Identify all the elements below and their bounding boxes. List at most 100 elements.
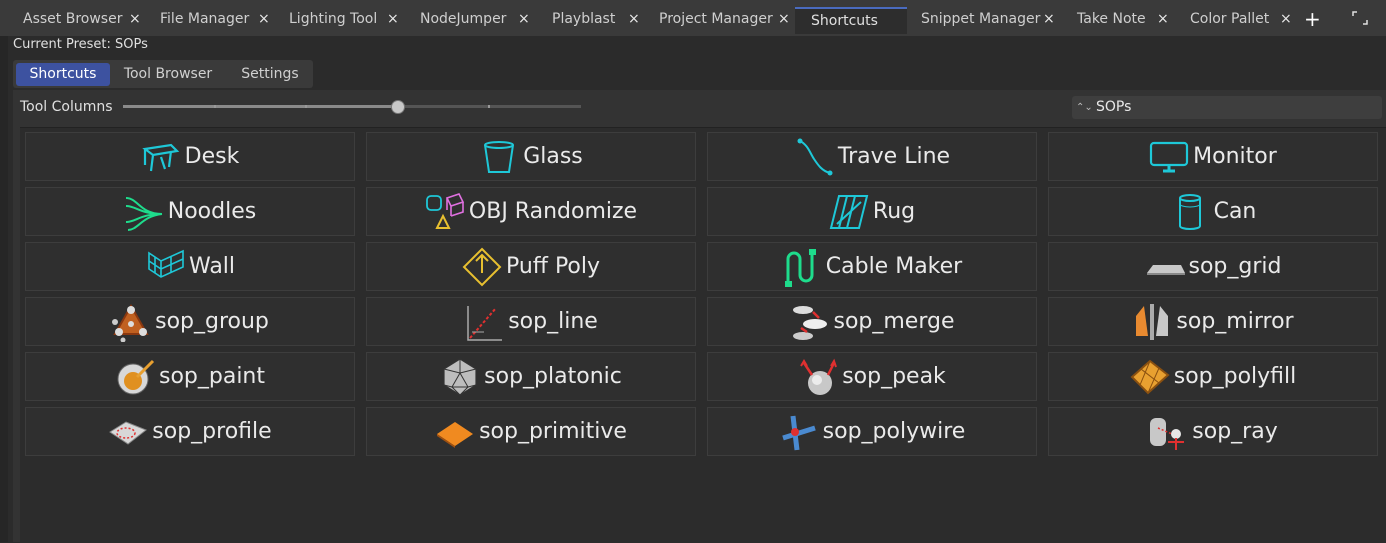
subtab-tool-browser[interactable]: Tool Browser	[117, 63, 219, 86]
tool-button[interactable]: Wall	[25, 242, 355, 291]
tool-button[interactable]: sop_grid	[1048, 242, 1378, 291]
tool-label: Puff Poly	[505, 254, 601, 279]
tool-button[interactable]: sop_mirror	[1048, 297, 1378, 346]
tool-button[interactable]: sop_group	[25, 297, 355, 346]
subtab-shortcuts[interactable]: Shortcuts	[16, 63, 110, 86]
tool-columns-label: Tool Columns	[20, 99, 113, 115]
close-icon[interactable]: ×	[258, 7, 270, 32]
close-icon[interactable]: ×	[1157, 7, 1169, 32]
tool-label: sop_primitive	[479, 419, 627, 444]
tool-button[interactable]: Cable Maker	[707, 242, 1037, 291]
add-tab-icon[interactable]: +	[1304, 7, 1321, 31]
tool-label: sop_profile	[152, 419, 272, 444]
tool-button[interactable]: Monitor	[1048, 132, 1378, 181]
close-icon[interactable]: ×	[628, 7, 640, 32]
tool-label: sop_platonic	[484, 364, 622, 389]
tab-label: Project Manager	[659, 11, 773, 27]
tool-button[interactable]: sop_polywire	[707, 407, 1037, 456]
desk-icon	[141, 137, 181, 177]
curve-icon	[794, 137, 834, 177]
tab-bar: Asset Browser × File Manager × Lighting …	[0, 0, 1386, 36]
monitor-icon	[1149, 137, 1189, 177]
tool-label: OBJ Randomize	[468, 199, 638, 224]
tab-take-note[interactable]: Take Note ×	[1065, 7, 1173, 34]
tab-label: Take Note	[1077, 11, 1146, 27]
group-icon	[111, 302, 151, 342]
grid-icon	[1145, 247, 1185, 287]
peak-icon	[798, 357, 838, 397]
tab-project-manager[interactable]: Project Manager ×	[647, 7, 793, 34]
tab-color-pallet[interactable]: Color Pallet ×	[1178, 7, 1296, 34]
ray-icon	[1148, 412, 1188, 452]
wall-icon	[145, 247, 185, 287]
tool-button[interactable]: Noodles	[25, 187, 355, 236]
tool-columns-slider-handle[interactable]	[391, 100, 405, 114]
tool-label: sop_paint	[158, 364, 265, 389]
close-icon[interactable]: ×	[778, 7, 790, 32]
subtab-bar: Shortcuts Tool Browser Settings	[13, 60, 313, 88]
polyfill-icon	[1130, 357, 1170, 397]
glass-icon	[479, 137, 519, 177]
tool-button[interactable]: sop_line	[366, 297, 696, 346]
tool-button[interactable]: sop_ray	[1048, 407, 1378, 456]
close-icon[interactable]: ×	[1043, 7, 1055, 32]
slider-tick	[214, 105, 216, 108]
tool-button[interactable]: sop_primitive	[366, 407, 696, 456]
tool-button[interactable]: Trave Line	[707, 132, 1037, 181]
tool-button[interactable]: sop_profile	[25, 407, 355, 456]
cable-icon	[782, 247, 822, 287]
tool-label: sop_merge	[833, 309, 955, 334]
subtab-settings[interactable]: Settings	[235, 63, 305, 86]
can-icon	[1170, 192, 1210, 232]
tool-button[interactable]: sop_peak	[707, 352, 1037, 401]
tool-label: sop_group	[155, 309, 269, 334]
tab-label: Color Pallet	[1190, 11, 1270, 27]
tool-button[interactable]: Glass	[366, 132, 696, 181]
tool-label: Desk	[184, 144, 240, 169]
tool-button[interactable]: Rug	[707, 187, 1037, 236]
tool-label: sop_line	[508, 309, 598, 334]
puff-icon	[462, 247, 502, 287]
maximize-icon[interactable]	[1352, 11, 1368, 25]
tab-label: NodeJumper	[420, 11, 507, 27]
tool-label: Glass	[523, 144, 583, 169]
tool-label: sop_polywire	[822, 419, 966, 444]
rug-icon	[829, 192, 869, 232]
tab-snippet-manager[interactable]: Snippet Manager ×	[909, 7, 1057, 34]
slider-tick	[488, 105, 490, 108]
tool-button[interactable]: sop_merge	[707, 297, 1037, 346]
profile-icon	[108, 412, 148, 452]
close-icon[interactable]: ×	[518, 7, 530, 32]
tab-lighting-tool[interactable]: Lighting Tool ×	[277, 7, 401, 34]
tab-label: Shortcuts	[811, 13, 878, 29]
tab-playblast[interactable]: Playblast ×	[540, 7, 644, 34]
noodles-icon	[124, 192, 164, 232]
paint-icon	[115, 357, 155, 397]
tool-button[interactable]: OBJ Randomize	[366, 187, 696, 236]
left-edge	[0, 36, 8, 542]
merge-icon	[789, 302, 829, 342]
tool-button[interactable]: sop_paint	[25, 352, 355, 401]
tool-button[interactable]: sop_polyfill	[1048, 352, 1378, 401]
tool-label: sop_ray	[1192, 419, 1278, 444]
tool-button[interactable]: Desk	[25, 132, 355, 181]
tool-button[interactable]: sop_platonic	[366, 352, 696, 401]
tool-label: Can	[1213, 199, 1257, 224]
preset-dropdown-value: SOPs	[1096, 99, 1132, 115]
tab-label: Snippet Manager	[921, 11, 1041, 27]
tool-button[interactable]: Puff Poly	[366, 242, 696, 291]
preset-dropdown[interactable]: ⌃⌄ SOPs	[1072, 96, 1382, 119]
tab-asset-browser[interactable]: Asset Browser ×	[12, 7, 156, 34]
tool-button[interactable]: Can	[1048, 187, 1378, 236]
close-icon[interactable]: ×	[1280, 7, 1292, 32]
close-icon[interactable]: ×	[129, 7, 141, 32]
close-icon[interactable]: ×	[387, 7, 399, 32]
tab-file-manager[interactable]: File Manager ×	[148, 7, 276, 34]
tool-grid: Desk Glass Trave Line Monitor Noodles OB…	[20, 127, 1386, 543]
randomize-icon	[425, 192, 465, 232]
polywire-icon	[779, 412, 819, 452]
tab-shortcuts[interactable]: Shortcuts	[795, 7, 907, 34]
tab-nodejumper[interactable]: NodeJumper ×	[408, 7, 532, 34]
platonic-icon	[440, 357, 480, 397]
tool-label: Rug	[872, 199, 916, 224]
